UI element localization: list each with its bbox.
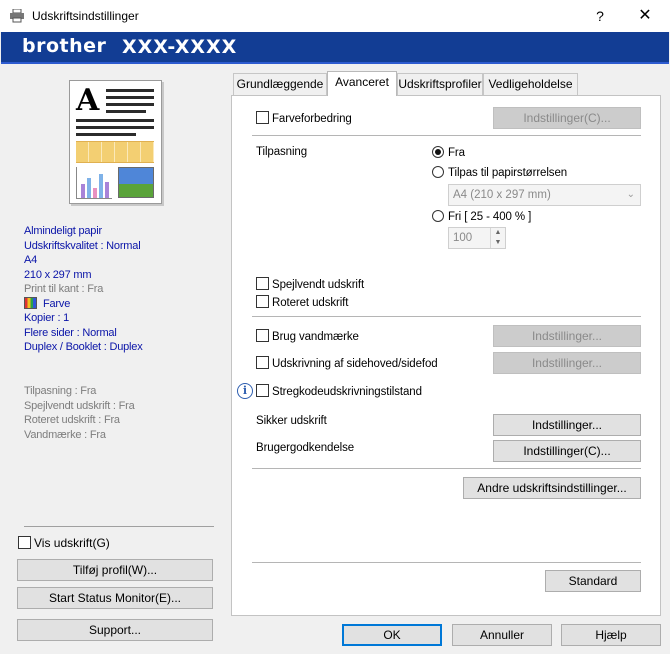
model-name: XXX-XXXX [122,36,238,58]
preview-photo-icon [118,167,154,198]
mirror-print-checkbox[interactable]: Spejlvendt udskrift [256,277,364,291]
tab-maintenance[interactable]: Vedligeholdelse [483,73,578,95]
fit-paper-size-select[interactable]: A4 (210 x 297 mm) ⌄ [448,184,641,206]
support-button[interactable]: Support... [17,619,213,641]
scaling-free-radio[interactable]: Fri [ 25 - 400 % ] [432,210,531,223]
barcode-mode-checkbox[interactable]: Stregkodeudskrivningstilstand [256,384,422,398]
tab-basic[interactable]: Grundlæggende [233,73,327,95]
summary-copies: Kopier : 1 [24,312,70,324]
rotated-print-checkbox[interactable]: Roteret udskrift [256,295,348,309]
brand-banner: brother XXX-XXXX [1,32,669,64]
info-icon[interactable]: i [237,383,253,399]
scaling-label: Tilpasning [256,146,307,158]
preview-chart-icon [76,167,112,199]
show-print-checkbox-box[interactable] [18,536,31,549]
left-divider [24,526,214,527]
divider [252,316,641,317]
secure-print-label: Sikker udskrift [256,415,327,427]
page-preview-image: A [69,80,162,204]
cancel-button[interactable]: Annuller [452,624,552,646]
watermark-checkbox[interactable]: Brug vandmærke [256,329,359,343]
divider [252,135,641,136]
advanced-settings-summary: Tilpasning : Fra Spejlvendt udskrift : F… [24,384,135,442]
help-button[interactable]: Hjælp [561,624,661,646]
start-status-monitor-button[interactable]: Start Status Monitor(E)... [17,587,213,609]
advanced-tab-panel: Farveforbedring Indstillinger(C)... Tilp… [231,95,661,616]
free-scaling-stepper[interactable]: 100 ▲ ▼ [448,227,506,249]
other-print-settings-button[interactable]: Andre udskriftsindstillinger... [463,477,641,499]
print-settings-summary: Almindeligt papir Udskriftskvalitet : No… [24,224,143,355]
settings-summary-panel: A Almindeligt papir Udskriftskvalitet : … [10,72,222,645]
stepper-arrows-icon[interactable]: ▲ ▼ [490,228,505,248]
scaling-off-radio[interactable]: Fra [432,146,465,159]
summary-scaling: Tilpasning : Fra [24,385,97,397]
user-auth-settings-button[interactable]: Indstillinger(C)... [493,440,641,462]
watermark-settings-button[interactable]: Indstillinger... [493,325,641,347]
tab-advanced[interactable]: Avanceret [327,71,397,96]
divider [252,562,641,563]
close-icon[interactable]: ✕ [628,4,662,28]
header-footer-settings-button[interactable]: Indstillinger... [493,352,641,374]
summary-media: Almindeligt papir [24,225,102,237]
title-bar: Udskriftsindstillinger ? ✕ [0,0,670,32]
summary-mirror: Spejlvendt udskrift : Fra [24,399,135,412]
ok-button[interactable]: OK [342,624,442,646]
summary-paper-size: 210 x 297 mm [24,268,92,281]
color-enhance-settings-button[interactable]: Indstillinger(C)... [493,107,641,129]
help-question-button[interactable]: ? [583,4,617,28]
brother-logo: brother [22,35,107,57]
scaling-fit-radio[interactable]: Tilpas til papirstørrelsen [432,166,567,179]
chevron-down-icon: ⌄ [626,189,635,200]
summary-multi-page: Flere sider : Normal [24,326,117,339]
header-footer-checkbox[interactable]: Udskrivning af sidehoved/sidefod [256,356,438,370]
window-title: Udskriftsindstillinger [32,9,139,23]
preview-table-icon [76,141,154,163]
tab-print-profiles[interactable]: Udskriftsprofiler [397,73,483,95]
user-auth-label: Brugergodkendelse [256,442,355,454]
show-print-checkbox[interactable]: Vis udskrift(G) [18,536,110,550]
summary-duplex: Duplex / Booklet : Duplex [24,341,143,353]
color-palette-icon [24,296,37,309]
summary-quality: Udskriftskvalitet : Normal [24,239,141,252]
preview-letter-icon: A [76,83,100,118]
summary-watermark: Vandmærke : Fra [24,428,106,441]
printer-icon [10,9,24,23]
secure-print-settings-button[interactable]: Indstillinger... [493,414,641,436]
summary-paper: A4 [24,254,38,266]
default-button[interactable]: Standard [545,570,641,592]
add-profile-button[interactable]: Tilføj profil(W)... [17,559,213,581]
summary-borderless: Print til kant : Fra [24,283,104,295]
divider [252,468,641,469]
color-enhance-checkbox[interactable]: Farveforbedring [256,111,352,125]
summary-color: Farve [24,296,143,312]
summary-rotated: Roteret udskrift : Fra [24,414,120,426]
